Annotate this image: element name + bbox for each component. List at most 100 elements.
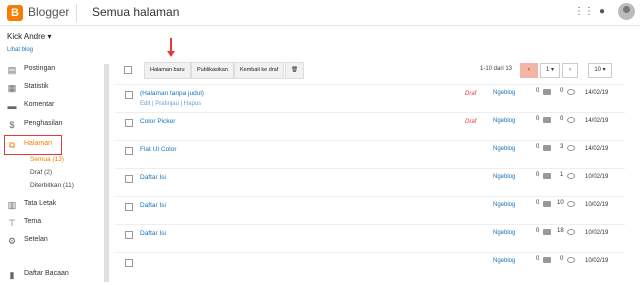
sub-item-published[interactable]: Diterbitkan (11) — [30, 182, 74, 189]
avatar[interactable] — [618, 3, 635, 20]
comment-count: 0 — [536, 144, 540, 150]
theme-icon: ⊤ — [8, 218, 16, 228]
sidebar-item-tema[interactable]: ⊤ Tema — [0, 215, 110, 233]
comment-count: 0 — [536, 172, 540, 178]
blog-name: Ngeblog — [493, 230, 516, 236]
brand-name: Blogger — [28, 5, 70, 19]
page-title-link[interactable]: Color Picker — [140, 118, 175, 125]
eye-icon — [567, 257, 575, 263]
row-checkbox[interactable] — [125, 259, 133, 267]
sub-item-all[interactable]: Semua (13) — [30, 156, 64, 163]
chevron-left-icon: ‹ — [528, 67, 530, 73]
row-checkbox[interactable] — [125, 203, 133, 211]
row-checkbox[interactable] — [125, 91, 133, 99]
table-row[interactable]: Flat UI Color Ngeblog 0 3 14/02/19 — [115, 140, 625, 168]
top-bar: B Blogger Semua halaman ⋮⋮ ● — [0, 0, 640, 26]
comment-icon — [543, 201, 551, 207]
next-page-button[interactable]: › — [562, 63, 578, 78]
page-title-link[interactable]: Daftar Isi — [140, 174, 166, 181]
comment-count: 0 — [536, 88, 540, 94]
row-date: 10/02/19 — [585, 230, 609, 236]
eye-icon — [567, 173, 575, 179]
eye-icon — [567, 229, 575, 235]
comment-count: 0 — [536, 200, 540, 206]
sidebar-scrollbar[interactable] — [104, 64, 109, 282]
sidebar-item-postingan[interactable]: ▤ Postingan — [0, 62, 110, 80]
sidebar-item-tata-letak[interactable]: ▥ Tata Letak — [0, 197, 110, 215]
view-count: 1 — [560, 172, 564, 178]
comment-count: 0 — [536, 256, 540, 262]
page-title-link[interactable]: Daftar Isi — [140, 230, 166, 237]
select-all-checkbox[interactable] — [124, 66, 132, 74]
blog-name: Ngeblog — [493, 146, 516, 152]
settings-icon: ⚙ — [7, 236, 17, 246]
table-row[interactable]: Daftar Isi Ngeblog 0 18 10/02/19 — [115, 224, 625, 252]
table-row[interactable]: (Halaman tanpa judul) Edit | Pratinjau |… — [115, 84, 625, 112]
comment-count: 0 — [536, 116, 540, 122]
table-row[interactable]: Ngeblog 0 0 10/02/19 — [115, 252, 625, 280]
sidebar-item-statistik[interactable]: ▦ Statistik — [0, 80, 110, 98]
view-count: 3 — [560, 144, 564, 150]
row-checkbox[interactable] — [125, 231, 133, 239]
pages-icon: ⧉ — [8, 140, 16, 150]
row-date: 14/02/19 — [585, 90, 609, 96]
trash-icon: 🗑 — [291, 67, 298, 73]
sub-item-draft[interactable]: Draf (2) — [30, 169, 52, 176]
comment-icon — [543, 229, 551, 235]
reading-list-icon: ▮ — [9, 270, 15, 280]
table-row[interactable]: Daftar Isi Ngeblog 0 1 10/02/19 — [115, 168, 625, 196]
sidebar-item-penghasilan[interactable]: $ Penghasilan — [0, 117, 110, 135]
table-row[interactable]: Daftar Isi Ngeblog 0 10 10/02/19 — [115, 196, 625, 224]
comment-icon — [543, 145, 551, 151]
blog-name: Ngeblog — [493, 258, 516, 264]
delete-button[interactable]: 🗑 — [285, 62, 304, 79]
page-title-link[interactable]: Daftar Isi — [140, 202, 166, 209]
blog-name: Ngeblog — [493, 118, 516, 124]
page-select[interactable]: 1 ▾ — [540, 63, 560, 78]
view-blog-link[interactable]: Lihat blog — [7, 47, 33, 53]
blogger-logo-icon[interactable]: B — [7, 5, 23, 21]
sidebar-item-komentar[interactable]: ▬ Komentar — [0, 98, 110, 116]
row-checkbox[interactable] — [125, 175, 133, 183]
draft-label: Draf — [465, 91, 477, 97]
chevron-right-icon: › — [569, 67, 571, 73]
view-count: 0 — [560, 116, 564, 122]
comment-icon — [543, 117, 551, 123]
row-actions[interactable]: Edit | Pratinjau | Hapus — [140, 101, 201, 107]
new-page-button[interactable]: Halaman baru — [144, 62, 191, 79]
apps-grid-icon[interactable]: ⋮⋮ — [574, 6, 594, 18]
row-date: 10/02/19 — [585, 174, 609, 180]
revert-to-draft-button[interactable]: Kembali ke draf — [234, 62, 285, 79]
sidebar-item-setelan[interactable]: ⚙ Setelan — [0, 233, 110, 251]
per-page-select[interactable]: 10 ▾ — [588, 63, 612, 78]
view-count: 0 — [560, 256, 564, 262]
page-range: 1-10 dari 13 — [480, 66, 513, 72]
page-title-link[interactable]: Flat UI Color — [140, 146, 176, 153]
view-count: 0 — [560, 88, 564, 94]
layout-icon: ▥ — [7, 200, 17, 210]
sidebar-item-daftar-bacaan[interactable]: ▮ Daftar Bacaan — [0, 267, 110, 285]
eye-icon — [567, 145, 575, 151]
draft-label: Draf — [465, 119, 477, 125]
eye-icon — [567, 117, 575, 123]
prev-page-button[interactable]: ‹ — [520, 63, 538, 78]
row-checkbox[interactable] — [125, 147, 133, 155]
comments-icon: ▬ — [7, 101, 17, 111]
comment-icon — [543, 173, 551, 179]
page-title-link[interactable]: (Halaman tanpa judul) — [140, 90, 204, 97]
publish-button[interactable]: Publikasikan — [191, 62, 234, 79]
comment-icon — [543, 89, 551, 95]
blog-name: Ngeblog — [493, 90, 516, 96]
blog-switcher[interactable]: Kick Andre ▾ — [7, 32, 52, 41]
divider — [76, 4, 77, 22]
page-title: Semua halaman — [92, 5, 180, 19]
row-checkbox[interactable] — [125, 119, 133, 127]
table-row[interactable]: Color Picker Draf Ngeblog 0 0 14/02/19 — [115, 112, 625, 140]
blog-name: Ngeblog — [493, 202, 516, 208]
notifications-icon[interactable]: ● — [596, 6, 608, 18]
row-date: 14/02/19 — [585, 146, 609, 152]
annotation-arrow — [167, 38, 175, 57]
row-date: 10/02/19 — [585, 258, 609, 264]
sidebar-item-halaman[interactable]: ⧉ Halaman — [0, 137, 110, 155]
sidebar: Kick Andre ▾ Lihat blog ▤ Postingan ▦ Stat… — [0, 26, 110, 284]
